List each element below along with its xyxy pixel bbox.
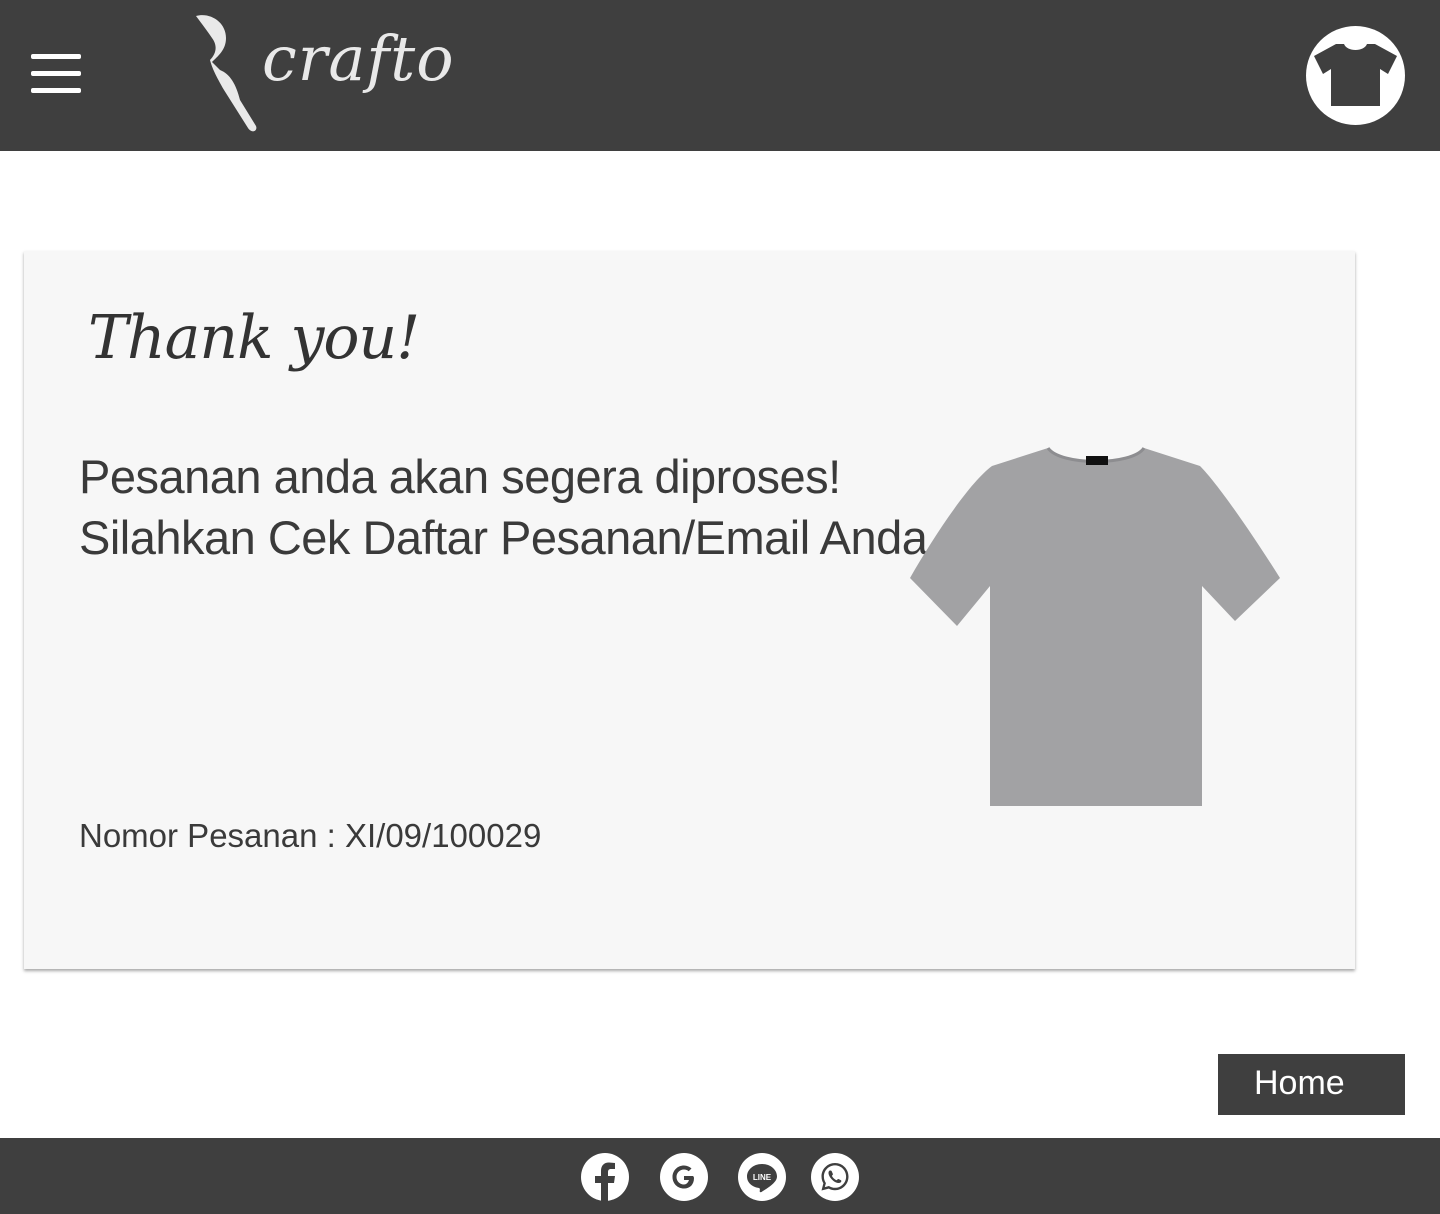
tshirt-icon[interactable]	[1306, 26, 1405, 125]
hamburger-menu-icon[interactable]	[28, 50, 84, 100]
thank-you-title: Thank you!	[88, 303, 420, 373]
check-orders-message: Silahkan Cek Daftar Pesanan/Email Anda	[79, 511, 928, 564]
home-button[interactable]: Home	[1218, 1054, 1405, 1115]
line-icon-label: LINE	[753, 1173, 772, 1182]
footer: LINE	[0, 1138, 1440, 1214]
processing-message: Pesanan anda akan segera diproses!	[79, 450, 841, 503]
top-navbar: crafto	[0, 0, 1440, 151]
home-button-label: Home	[1254, 1064, 1345, 1102]
brand-name[interactable]: crafto	[262, 22, 455, 95]
google-icon[interactable]	[660, 1153, 708, 1201]
grey-tshirt-image	[910, 446, 1280, 806]
whatsapp-icon[interactable]	[811, 1153, 859, 1201]
order-number: Nomor Pesanan : XI/09/100029	[79, 817, 542, 854]
facebook-icon[interactable]	[581, 1153, 629, 1201]
thank-you-card: Thank you! Pesanan anda akan segera dipr…	[24, 251, 1355, 969]
line-icon[interactable]: LINE	[738, 1153, 786, 1201]
